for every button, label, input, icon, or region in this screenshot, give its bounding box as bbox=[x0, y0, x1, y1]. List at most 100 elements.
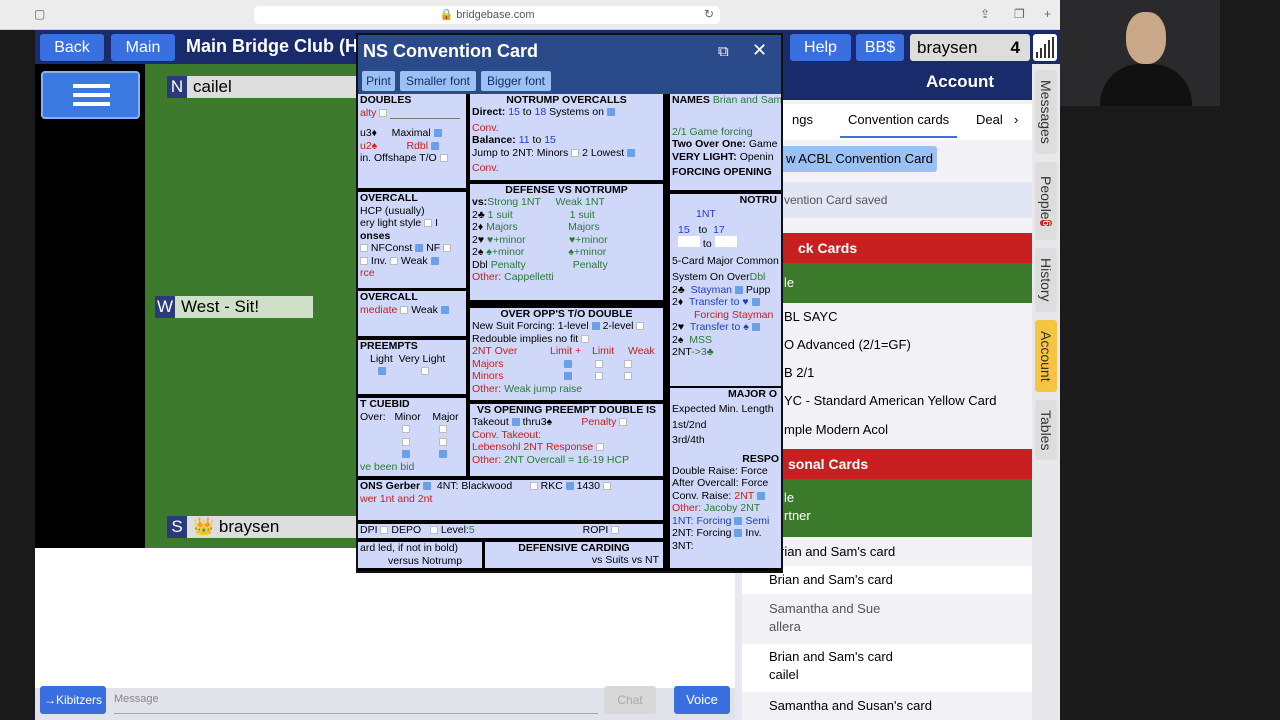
cc-text: versus Notrump bbox=[388, 554, 463, 567]
list-item[interactable]: O Advanced (2/1=GF) bbox=[742, 331, 1032, 359]
section-heading: MAJOR O bbox=[727, 388, 777, 400]
cc-bid: 2♥ bbox=[672, 321, 685, 333]
list-item[interactable]: YC - Standard American Yellow Card bbox=[742, 387, 1032, 415]
chat-button[interactable]: Chat bbox=[604, 686, 656, 714]
list-item[interactable]: rian and Sam's card bbox=[742, 538, 1032, 566]
user-badge[interactable]: braysen 4 bbox=[910, 34, 1030, 61]
reload-icon[interactable]: ↻ bbox=[704, 7, 714, 21]
popout-icon[interactable]: ⧉ bbox=[718, 43, 729, 60]
checkbox[interactable] bbox=[430, 256, 439, 265]
checkbox[interactable] bbox=[440, 305, 449, 314]
cc-text: to bbox=[698, 223, 708, 236]
tab-people[interactable]: People6 bbox=[1035, 162, 1057, 240]
cc-value: ->3♣ bbox=[691, 346, 714, 358]
list-item[interactable]: mple Modern Acol bbox=[742, 416, 1032, 444]
menu-button[interactable] bbox=[41, 71, 140, 119]
tab-account[interactable]: Account bbox=[1035, 320, 1057, 392]
cc-value: Brian and Sam bbox=[712, 94, 781, 106]
list-item[interactable]: Samantha and Susan's card bbox=[742, 692, 1032, 720]
checkbox[interactable] bbox=[734, 529, 743, 538]
cc-text: RKC bbox=[540, 480, 563, 492]
bigger-font-button[interactable]: Bigger font bbox=[481, 71, 551, 91]
list-item[interactable]: Samantha and Sue allera bbox=[742, 596, 1032, 644]
seat-north[interactable]: Ncailel bbox=[167, 76, 360, 98]
cc-text: Systems on bbox=[549, 106, 604, 118]
list-item[interactable]: le rtner bbox=[742, 479, 1032, 537]
message-input[interactable]: Message bbox=[114, 693, 159, 705]
kibitzers-button[interactable]: →Kibitzers bbox=[40, 686, 106, 714]
checkbox[interactable] bbox=[511, 418, 520, 427]
checkbox[interactable] bbox=[627, 148, 636, 157]
tab-messages[interactable]: Messages bbox=[1035, 70, 1057, 154]
print-button[interactable]: Print bbox=[362, 71, 395, 91]
cc-value: Penalty bbox=[572, 258, 608, 271]
checkbox[interactable] bbox=[734, 516, 743, 525]
tabs-icon[interactable]: ❐ bbox=[1014, 7, 1025, 21]
cc-text: Very Light bbox=[398, 352, 446, 365]
cc-text: ery light style bbox=[360, 217, 422, 229]
tab-deal[interactable]: Deal bbox=[976, 104, 1003, 136]
checkbox[interactable] bbox=[430, 141, 439, 150]
cc-text: 1430 bbox=[576, 480, 600, 492]
cc-value: 2/1 Game forcing bbox=[672, 125, 753, 138]
checkbox[interactable] bbox=[751, 323, 760, 332]
checkbox[interactable] bbox=[379, 108, 388, 117]
back-button[interactable]: Back bbox=[40, 34, 104, 61]
cc-bid: 2♥ bbox=[472, 233, 485, 246]
cc-value: Transfer to ♥ bbox=[689, 296, 749, 308]
address-bar[interactable]: 🔒 bridgebase.com bbox=[254, 6, 720, 24]
seat-west[interactable]: W West - Sit! bbox=[155, 296, 313, 318]
list-item[interactable]: BL SAYC bbox=[742, 303, 1032, 331]
cc-text: Two Over One: bbox=[672, 138, 746, 150]
checkbox[interactable] bbox=[415, 244, 424, 253]
checkbox[interactable] bbox=[751, 298, 760, 307]
left-panel bbox=[35, 64, 145, 548]
cc-text: u3♦ bbox=[360, 127, 378, 139]
seat-south[interactable]: S 👑 braysen bbox=[167, 516, 360, 538]
cc-text: 1NT: Forcing bbox=[672, 514, 732, 527]
checkbox[interactable] bbox=[564, 359, 572, 368]
checkbox[interactable] bbox=[591, 322, 600, 331]
tab-convention-cards[interactable]: Convention cards bbox=[840, 104, 958, 138]
checkbox[interactable] bbox=[439, 450, 448, 459]
tab-tables[interactable]: Tables bbox=[1035, 400, 1057, 460]
checkbox[interactable] bbox=[421, 367, 430, 376]
cc-text: Conv. Raise: bbox=[672, 489, 732, 502]
sidebar-toggle-icon[interactable]: ▢ bbox=[34, 7, 45, 21]
checkbox[interactable] bbox=[756, 491, 765, 500]
checkbox[interactable] bbox=[424, 219, 433, 228]
bbdollar-button[interactable]: BB$ bbox=[856, 34, 904, 61]
cc-value: Transfer to ♠ bbox=[689, 321, 749, 333]
chevron-right-icon[interactable]: › bbox=[1014, 104, 1018, 136]
voice-button[interactable]: Voice bbox=[674, 686, 730, 714]
tab-history[interactable]: History bbox=[1035, 248, 1057, 312]
checkbox[interactable] bbox=[564, 372, 572, 381]
list-item[interactable]: Brian and Sam's card cailel bbox=[742, 644, 1032, 692]
cc-text: 2-level bbox=[602, 320, 634, 332]
list-item[interactable]: B 2/1 bbox=[742, 359, 1032, 387]
user-count: 4 bbox=[1010, 38, 1020, 57]
checkbox[interactable] bbox=[378, 367, 386, 376]
tab-settings[interactable]: ngs bbox=[792, 104, 813, 136]
list-item-title: Samantha and Sue bbox=[769, 601, 881, 616]
close-icon[interactable]: ✕ bbox=[752, 40, 767, 61]
checkbox[interactable] bbox=[734, 285, 743, 294]
new-tab-icon[interactable]: + bbox=[1044, 7, 1051, 21]
section-heading: T CUEBID bbox=[360, 398, 410, 410]
list-item[interactable]: le bbox=[742, 263, 1032, 303]
checkbox[interactable] bbox=[423, 482, 432, 491]
smaller-font-button[interactable]: Smaller font bbox=[400, 71, 476, 91]
cc-text: 3NT: bbox=[672, 539, 694, 552]
cc-text: System On Over bbox=[672, 271, 750, 283]
help-button[interactable]: Help bbox=[790, 34, 851, 61]
cc-text: ROPI bbox=[582, 524, 609, 536]
checkbox[interactable] bbox=[606, 108, 615, 117]
main-button[interactable]: Main bbox=[111, 34, 175, 61]
checkbox[interactable] bbox=[439, 154, 448, 163]
checkbox[interactable] bbox=[565, 482, 574, 491]
checkbox[interactable] bbox=[402, 450, 410, 459]
share-icon[interactable]: ⇪ bbox=[980, 7, 990, 21]
checkbox[interactable] bbox=[433, 129, 442, 138]
cc-text: Level: bbox=[440, 524, 469, 536]
list-item[interactable]: Brian and Sam's card bbox=[742, 566, 1032, 594]
